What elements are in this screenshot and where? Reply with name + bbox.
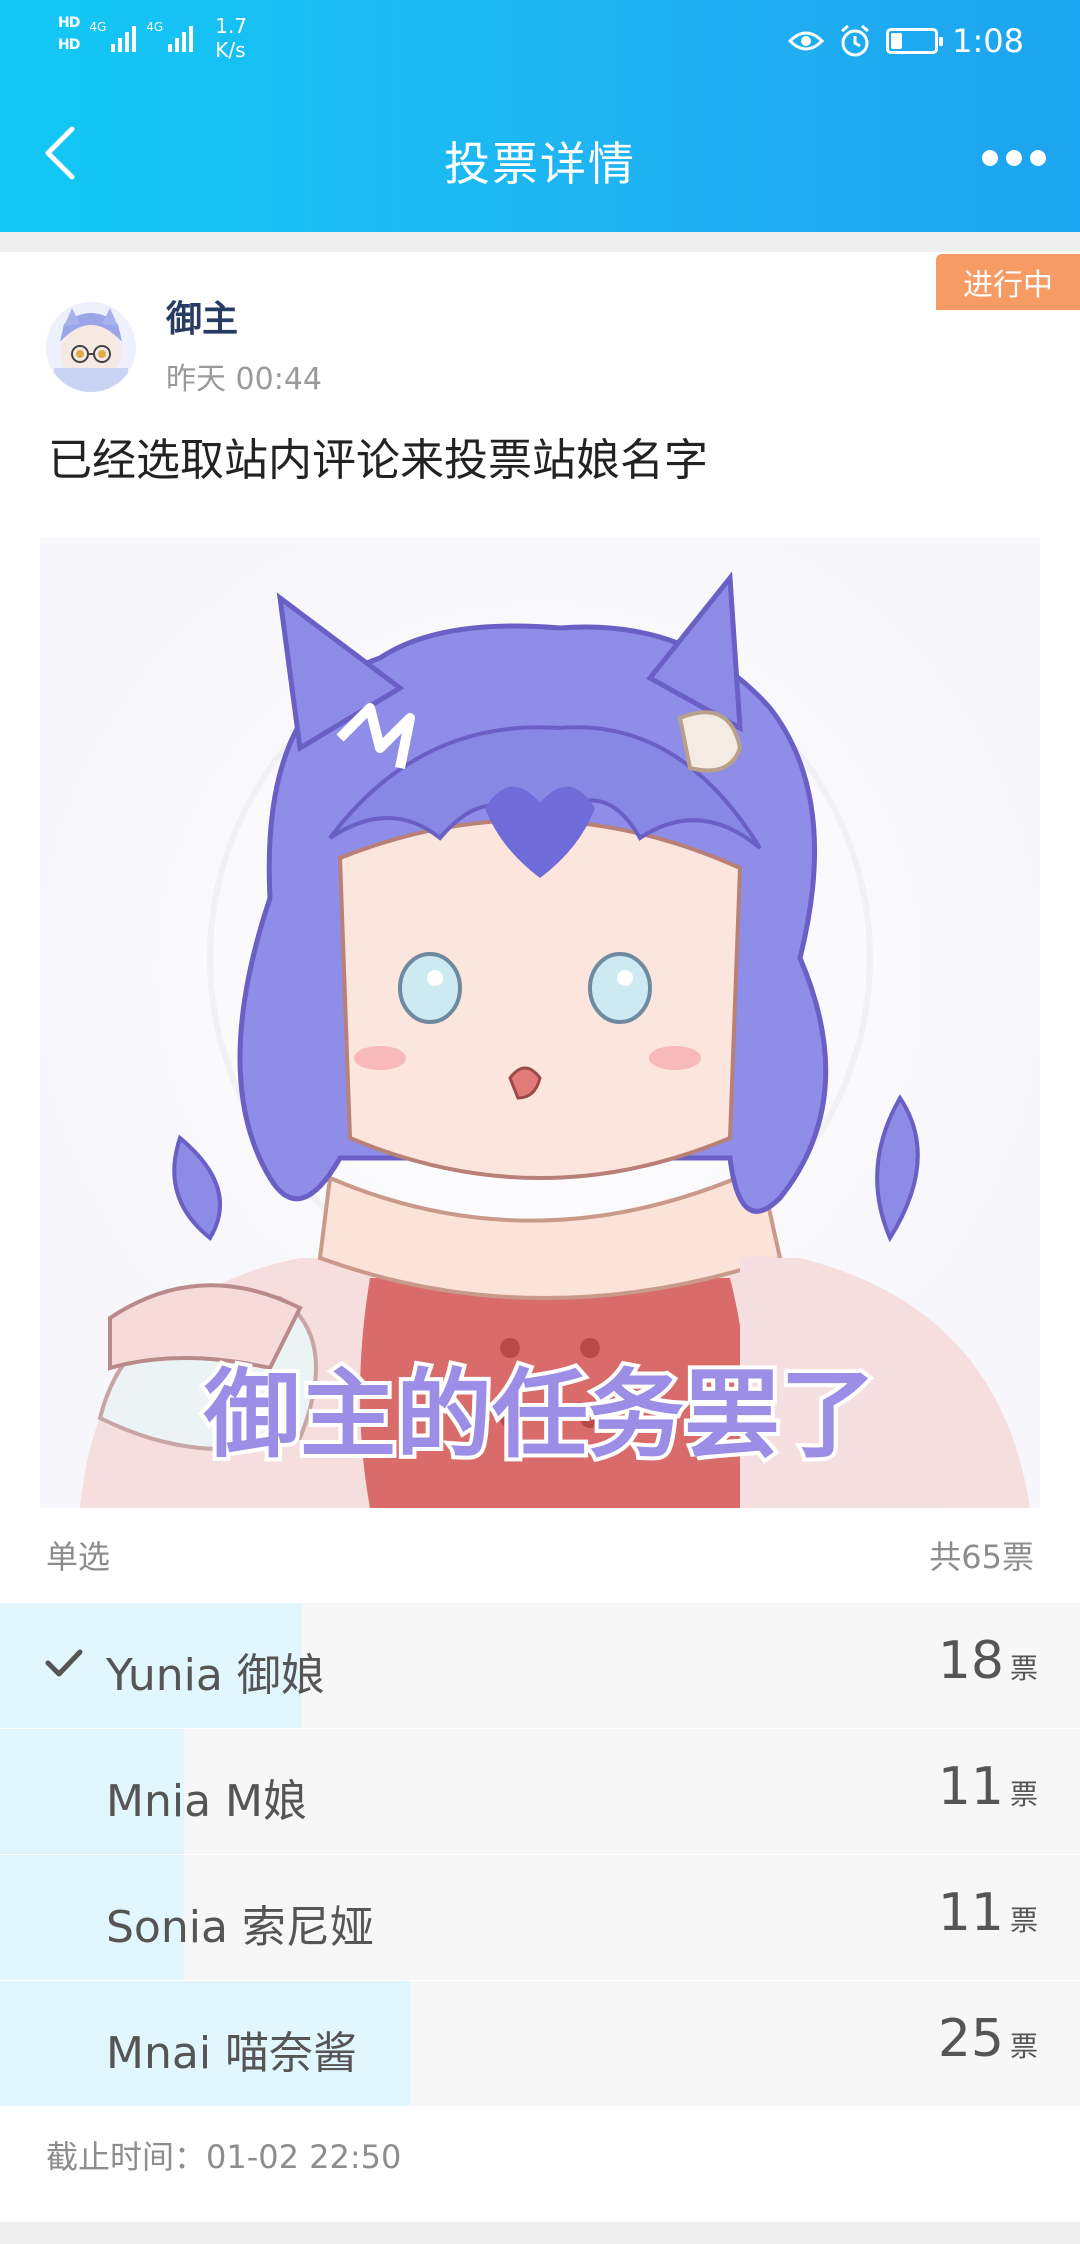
vote-option[interactable]: Yunia 御娘 18 票 xyxy=(0,1603,1080,1728)
nav-bar: 投票详情 xyxy=(0,80,1080,232)
status-bar: HD HD 4G 4G 1.7 K/s 1:08 xyxy=(0,0,1080,80)
vote-count: 11 票 xyxy=(937,1757,1038,1817)
vote-count: 11 票 xyxy=(937,1883,1038,1943)
vote-option-label: Sonia 索尼娅 xyxy=(106,1902,374,1953)
vote-option-label: Yunia 御娘 xyxy=(106,1650,325,1701)
more-dot-icon xyxy=(1030,150,1046,166)
signal-icon-2: 4G xyxy=(146,14,194,52)
image-caption: 御主的任务罢了 xyxy=(203,1359,876,1471)
post-time: 昨天 00:44 xyxy=(166,362,322,397)
more-button[interactable] xyxy=(974,126,1054,190)
check-icon xyxy=(45,1649,83,1677)
vote-description: 已经选取站内评论来投票站娘名字 xyxy=(48,435,708,486)
avatar[interactable] xyxy=(46,302,136,392)
alarm-icon xyxy=(841,24,870,57)
more-dot-icon xyxy=(982,150,998,166)
vote-option-label: Mnia M娘 xyxy=(106,1776,307,1827)
vote-options: Yunia 御娘 18 票 Mnia M娘 11 票 Sonia 索尼娅 11 … xyxy=(0,1603,1080,2107)
net-speed: 1.7 K/s xyxy=(215,14,248,62)
more-dot-icon xyxy=(1006,150,1022,166)
page-title: 投票详情 xyxy=(444,137,636,191)
signal-icon: 4G xyxy=(89,14,137,52)
vote-option[interactable]: Mnia M娘 11 票 xyxy=(0,1729,1080,1854)
status-badge: 进行中 xyxy=(936,254,1080,310)
vote-option[interactable]: Sonia 索尼娅 11 票 xyxy=(0,1855,1080,1980)
app-header: HD HD 4G 4G 1.7 K/s 1:08 投票详情 xyxy=(0,0,1080,232)
vote-count: 25 票 xyxy=(937,2009,1038,2069)
vote-deadline: 截止时间：01-02 22:50 xyxy=(46,2138,402,2176)
battery-icon xyxy=(886,28,944,54)
vote-option[interactable]: Mnai 喵奈酱 25 票 xyxy=(0,1981,1080,2106)
eye-icon xyxy=(788,31,825,51)
vote-count: 18 票 xyxy=(937,1631,1038,1691)
vote-card: 进行中 御主 昨天 00:44 已经选取站内评论来投票站娘名字 御主的任务罢了 … xyxy=(0,252,1080,2222)
author-name[interactable]: 御主 xyxy=(166,290,238,342)
vote-image[interactable]: 御主的任务罢了 xyxy=(40,538,1040,1508)
vote-type: 单选 xyxy=(46,1538,111,1576)
hd-indicator: HD HD xyxy=(58,15,80,53)
clock: 1:08 xyxy=(952,22,1024,60)
vote-total: 共65票 xyxy=(929,1538,1034,1576)
vote-option-label: Mnai 喵奈酱 xyxy=(106,2028,358,2079)
